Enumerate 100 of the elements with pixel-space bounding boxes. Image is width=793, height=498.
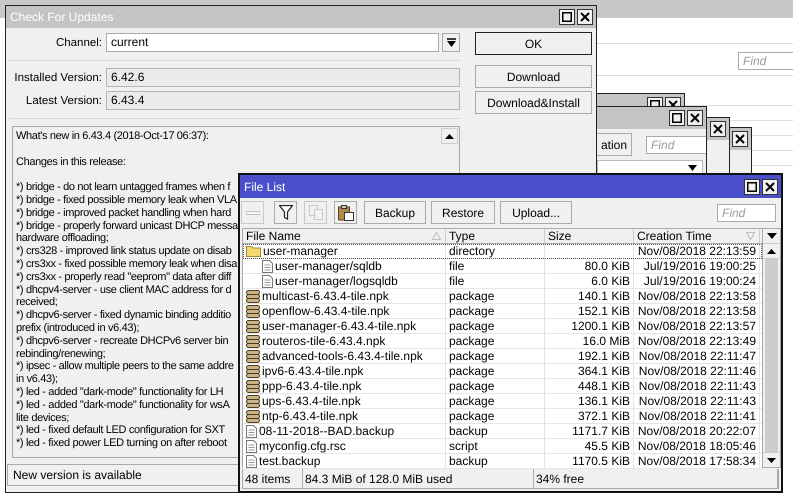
table-cell: 192.1 KiB (578, 349, 630, 363)
table-cell: Nov/08/2018 22:11:43 (638, 379, 756, 393)
table-cell: 80.0 KiB (584, 259, 630, 273)
changelog-line: *) led - added "dark-mode" functionality for LH (16, 386, 224, 399)
changelog-line: *) led - fixed default LED configuration for SXT (16, 424, 225, 438)
filter-button[interactable] (274, 201, 297, 224)
table-cell: Nov/08/2018 22:11:46 (638, 364, 756, 378)
changelog-line: *) bridge - do not learn untagged frames when f (16, 181, 230, 194)
table-cell: Jul/19/2016 19:00:25 (644, 259, 756, 273)
table-cell: script (449, 439, 478, 453)
column-header[interactable]: Size (548, 229, 572, 243)
field-label: Latest Version: (24, 94, 103, 106)
paste-button[interactable] (334, 201, 357, 224)
table-row[interactable]: ups-6.43.4-tile.npk package 136.1 KiB Nov/08/2018 22:11:43 (243, 394, 762, 409)
table-cell: package (449, 334, 494, 348)
table-cell: Nov/08/2018 22:13:49 (638, 334, 756, 348)
table-cell: Nov/08/2018 22:11:41 (638, 409, 756, 423)
close-button[interactable] (762, 178, 778, 194)
column-header[interactable]: Type (449, 229, 476, 243)
close-button[interactable] (687, 110, 703, 126)
column-menu-icon (766, 233, 777, 239)
close-icon (735, 134, 745, 144)
table-cell: advanced-tools-6.43.4-tile.npk (262, 349, 423, 363)
maximize-button[interactable] (744, 178, 760, 194)
table-cell: 45.5 KiB (584, 439, 630, 453)
toolbar-button[interactable]: Backup (364, 201, 426, 224)
table-cell: 16.0 MiB (582, 334, 630, 348)
package-icon (246, 290, 260, 302)
channel-dropdown[interactable]: current (106, 33, 439, 52)
document-icon (246, 440, 257, 452)
table-cell: package (449, 364, 494, 378)
clipboard-icon (338, 204, 354, 220)
table-cell: Nov/08/2018 22:13:58 (638, 304, 756, 318)
dropdown-arrow-icon (446, 38, 456, 47)
table-row[interactable]: ipv6-6.43.4-tile.npk package 364.1 KiB Nov/08/2018 22:11:46 (243, 364, 762, 379)
field-label: Installed Version: (13, 72, 103, 84)
table-cell: Nov/08/2018 22:13:57 (638, 319, 756, 333)
changelog-line: *) led - fixed power LED turning on after reboot (16, 437, 227, 450)
package-icon (246, 304, 260, 318)
package-icon (246, 350, 260, 362)
table-cell: routeros-tile-6.43.4.npk (262, 334, 386, 348)
changelog-line: *) crs3xx - fixed possible memory leak when disa (16, 258, 238, 271)
find-field[interactable]: Find (646, 136, 706, 154)
table-cell: ppp-6.43.4-tile.npk (262, 379, 362, 393)
document-icon (262, 274, 273, 288)
toolbar-button[interactable]: ation (597, 133, 632, 156)
table-cell: Jul/19/2016 19:00:24 (644, 274, 756, 288)
changelog-line: *) dhcpv6-server - recreate DHCPv6 server bin (16, 334, 228, 348)
maximize-icon (747, 182, 757, 192)
table-cell: Nov/08/2018 22:13:59 (638, 244, 756, 258)
dialog-button[interactable]: Download (475, 65, 592, 88)
maximize-button[interactable] (559, 9, 575, 25)
dropdown-arrow-icon (688, 165, 697, 171)
maximize-icon (672, 113, 682, 123)
close-icon (690, 113, 700, 123)
table-row[interactable]: user-manager-6.43.4-tile.npk package 1200.1 KiB Nov/08/2018 22:13:57 (243, 319, 762, 334)
table-row[interactable]: advanced-tools-6.43.4-tile.npk package 192.1 KiB Nov/08/2018 22:11:47 (243, 349, 762, 364)
close-button[interactable] (577, 9, 593, 25)
changelog-line: *) led - added "dark-mode" functionality for wsA (16, 398, 230, 412)
find-field[interactable]: Find (738, 52, 793, 70)
table-cell: ntp-6.43.4-tile.npk (262, 409, 358, 423)
field-label: Channel: (54, 36, 103, 48)
table-cell: package (449, 319, 494, 333)
changelog-line: *) dhcpv6-server - fixed dynamic binding additio (16, 309, 231, 322)
scrollbar[interactable] (763, 228, 781, 468)
document-icon (246, 454, 257, 468)
copy-icon (308, 205, 322, 220)
scroll-up-button[interactable] (441, 128, 458, 144)
table-cell: package (449, 409, 494, 423)
table-cell: Nov/08/2018 20:22:07 (638, 424, 756, 438)
table-cell: package (449, 349, 494, 363)
table-cell: package (449, 304, 494, 318)
column-header[interactable]: File Name (246, 229, 301, 243)
table-cell: myconfig.cfg.rsc (259, 439, 346, 453)
column-header[interactable]: Creation Time (637, 229, 712, 243)
maximize-icon (562, 12, 572, 22)
table-cell: user-manager (263, 244, 338, 258)
find-field[interactable]: Find (717, 204, 776, 222)
dialog-button[interactable]: OK (475, 32, 592, 55)
package-icon (246, 320, 260, 332)
table-row[interactable]: routeros-tile-6.43.4.npk package 16.0 MiB Nov/08/2018 22:13:49 (243, 334, 762, 349)
package-icon (246, 380, 260, 392)
table-cell: 364.1 KiB (578, 364, 630, 378)
funnel-icon (278, 205, 292, 220)
down-arrow-icon (767, 458, 776, 462)
maximize-button[interactable] (669, 110, 685, 126)
table-cell: user-manager/logsqldb (275, 274, 398, 288)
window-title: Check For Updates (10, 10, 114, 24)
toolbar-button[interactable]: Upload... (500, 201, 572, 224)
changelog-line: *) dhcpv4-server - use client MAC address for d (16, 284, 232, 296)
table-row[interactable]: ppp-6.43.4-tile.npk package 448.1 KiB Nov/08/2018 22:11:43 (243, 379, 762, 394)
dropdown-button[interactable] (442, 33, 460, 52)
close-button[interactable] (710, 121, 726, 137)
dialog-button[interactable]: Download&Install (475, 91, 592, 114)
changelog-line: What's new in 6.43.4 (2018-Oct-17 06:37): (16, 130, 209, 143)
close-button[interactable] (732, 131, 748, 147)
table-cell: package (449, 394, 494, 408)
table-row[interactable]: openflow-6.43.4-tile.npk package 152.1 KiB Nov/08/2018 22:13:58 (243, 304, 762, 319)
toolbar-button[interactable]: Restore (431, 201, 496, 224)
package-icon (246, 364, 260, 378)
